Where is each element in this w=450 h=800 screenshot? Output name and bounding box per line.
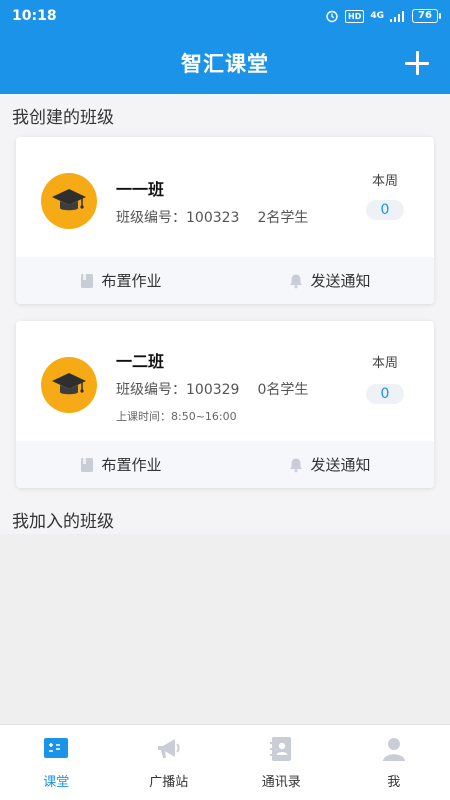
tab-broadcast[interactable]: 广播站 — [113, 725, 226, 800]
class-name: 一一班 — [116, 180, 165, 199]
app-bar: 智汇课堂 — [0, 32, 450, 94]
week-count-badge: 0 — [366, 200, 404, 220]
class-info: 班级编号：100323 2名学生 — [116, 207, 308, 227]
class-avatar — [41, 357, 97, 413]
assign-homework-button[interactable]: 布置作业 — [16, 441, 225, 488]
class-card[interactable]: 一二班 班级编号：100329 0名学生 上课时间：8:50~16:00 本周 0… — [16, 321, 434, 488]
contacts-book-icon — [270, 737, 292, 761]
tab-me[interactable]: 我 — [338, 725, 450, 800]
signal-icon — [390, 11, 404, 22]
user-icon — [382, 738, 405, 761]
week-label: 本周 — [371, 356, 398, 371]
class-card[interactable]: 一一班 班级编号：100323 2名学生 本周 0 布置作业 发送通知 — [16, 137, 434, 304]
class-code: 班级编号：100323 — [116, 210, 240, 226]
student-count: 2名学生 — [257, 210, 309, 226]
card-actions: 布置作业 发送通知 — [16, 441, 434, 488]
assign-homework-label: 布置作业 — [101, 272, 162, 290]
tab-label: 我 — [387, 775, 401, 790]
bell-icon — [290, 458, 303, 472]
class-card-main[interactable]: 一二班 班级编号：100329 0名学生 上课时间：8:50~16:00 本周 0 — [16, 321, 434, 441]
hd-badge: HD — [345, 9, 365, 23]
tab-label: 广播站 — [149, 775, 189, 790]
megaphone-icon — [157, 739, 180, 758]
status-time: 10:18 — [12, 8, 57, 24]
alarm-icon — [326, 10, 338, 23]
send-notice-button[interactable]: 发送通知 — [225, 257, 434, 304]
class-card-main[interactable]: 一一班 班级编号：100323 2名学生 本周 0 — [16, 137, 434, 257]
classroom-board-icon — [44, 738, 69, 758]
class-code: 班级编号：100329 — [116, 382, 240, 398]
tab-contacts[interactable]: 通讯录 — [225, 725, 338, 800]
status-icons: HD 4G 76 — [325, 9, 441, 23]
book-icon — [81, 273, 94, 288]
status-bar: 10:18 HD 4G 76 — [0, 0, 450, 32]
assign-homework-label: 布置作业 — [101, 456, 162, 474]
class-time: 上课时间：8:50~16:00 — [116, 410, 237, 423]
week-count-badge: 0 — [366, 384, 404, 404]
bottom-tab-bar: 课堂 广播站 通讯录 我 — [0, 724, 450, 800]
send-notice-label: 发送通知 — [310, 456, 371, 474]
book-icon — [81, 457, 94, 472]
graduation-cap-icon — [52, 373, 86, 395]
card-actions: 布置作业 发送通知 — [16, 257, 434, 304]
tab-label: 通讯录 — [261, 775, 301, 790]
assign-homework-button[interactable]: 布置作业 — [16, 257, 225, 304]
section-title-joined: 我加入的班级 — [12, 512, 114, 532]
class-name: 一二班 — [116, 352, 165, 371]
add-class-button[interactable] — [402, 48, 432, 78]
send-notice-label: 发送通知 — [310, 272, 371, 290]
tab-label: 课堂 — [43, 775, 70, 790]
joined-classes-area — [0, 534, 450, 724]
graduation-cap-icon — [52, 189, 86, 211]
student-count: 0名学生 — [257, 382, 309, 398]
bell-icon — [290, 274, 303, 288]
battery-icon: 76 — [412, 9, 441, 23]
week-label: 本周 — [371, 174, 398, 189]
section-title-created: 我创建的班级 — [12, 108, 114, 128]
send-notice-button[interactable]: 发送通知 — [225, 441, 434, 488]
class-info: 班级编号：100329 0名学生 — [116, 379, 308, 399]
app-title: 智汇课堂 — [181, 52, 269, 76]
class-avatar — [41, 173, 97, 229]
tab-classroom[interactable]: 课堂 — [0, 725, 113, 800]
network-type: 4G — [370, 11, 384, 21]
